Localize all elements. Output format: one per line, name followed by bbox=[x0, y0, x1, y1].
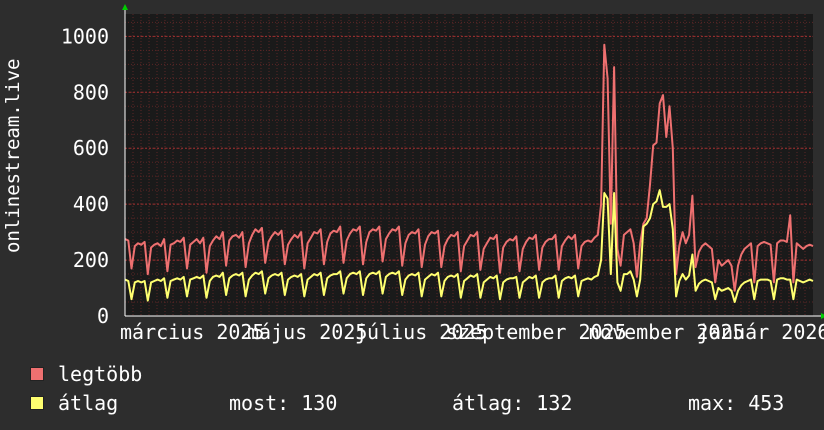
legend-item-avg: átlag bbox=[30, 391, 118, 415]
x-tick-label: május 2025 bbox=[247, 320, 367, 344]
stat-now: most: 130 bbox=[229, 391, 337, 415]
stat-avg-label: átlag: bbox=[452, 391, 525, 415]
legend-label-max: legtöbb bbox=[58, 362, 143, 386]
x-tick-labels: március 2025május 2025július 2025szeptem… bbox=[120, 320, 824, 344]
stat-max-value: 453 bbox=[748, 391, 785, 415]
line-chart: 0 200 400 600 800 1000 március 2025május 2025… bbox=[61, 4, 824, 344]
y-tick-label: 200 bbox=[73, 248, 109, 272]
y-axis-label: onlinestream.live bbox=[2, 58, 24, 253]
x-tick-label: március 2025 bbox=[120, 320, 265, 344]
legend-swatch-avg bbox=[30, 396, 44, 410]
x-tick-label: január 2026 bbox=[697, 320, 824, 344]
legend-swatch-max bbox=[30, 367, 44, 381]
y-tick-label: 800 bbox=[73, 80, 109, 104]
y-tick-label: 1000 bbox=[61, 24, 109, 48]
y-tick-labels: 0 200 400 600 800 1000 bbox=[61, 24, 109, 328]
stat-now-value: 130 bbox=[301, 391, 338, 415]
y-tick-label: 0 bbox=[97, 304, 109, 328]
y-axis-arrow-icon bbox=[122, 4, 128, 10]
stat-max: max: 453 bbox=[688, 391, 784, 415]
legend-label-avg: átlag bbox=[58, 391, 119, 415]
legend-item-max: legtöbb bbox=[30, 362, 142, 386]
y-tick-label: 600 bbox=[73, 136, 109, 160]
stat-avg-value: 132 bbox=[536, 391, 573, 415]
stat-now-label: most: bbox=[229, 391, 290, 415]
stat-avg: átlag: 132 bbox=[452, 391, 572, 415]
y-tick-label: 400 bbox=[73, 192, 109, 216]
stat-max-label: max: bbox=[688, 391, 737, 415]
